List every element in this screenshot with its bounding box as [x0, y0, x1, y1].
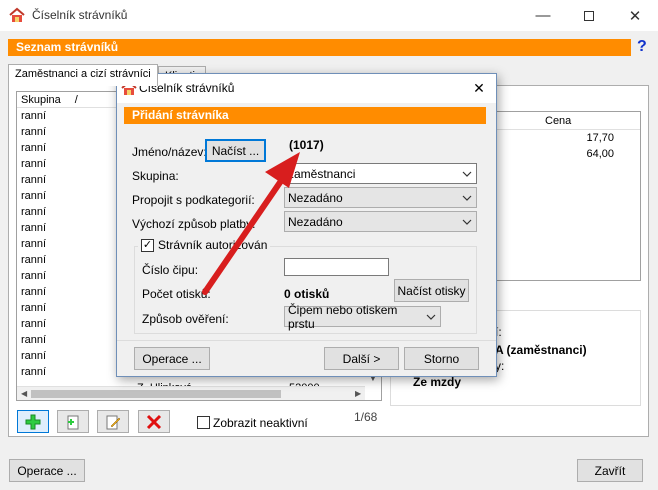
- cancel-button-label: Storno: [423, 351, 460, 366]
- title-bar: Číselník strávníků — ✕: [0, 0, 658, 31]
- record-count: 1/68: [354, 410, 378, 424]
- close-button[interactable]: ✕: [612, 0, 658, 31]
- row-group: ranní: [21, 270, 47, 282]
- row-group: ranní: [21, 350, 47, 362]
- row-group: ranní: [21, 366, 47, 378]
- row-group: ranní: [21, 254, 47, 266]
- row-group: ranní: [21, 190, 47, 202]
- chevron-down-icon: [458, 171, 476, 177]
- info-value-1: A (zaměstnanci): [495, 343, 587, 357]
- minimize-icon: —: [535, 7, 551, 24]
- price-value: 17,70: [586, 132, 614, 144]
- scroll-right-icon[interactable]: ▶: [355, 389, 361, 398]
- row-group: ranní: [21, 302, 47, 314]
- edit-icon: [106, 415, 121, 429]
- verify-select-value: Čipem nebo otiskem prstu: [288, 302, 398, 331]
- delete-icon: [146, 414, 162, 429]
- tab-employees-label: Zaměstnanci a cizí strávníci: [15, 68, 151, 80]
- cancel-button[interactable]: Storno: [404, 347, 479, 370]
- price-value: 64,00: [586, 148, 614, 160]
- prints-count-value: 0 otisků: [284, 287, 330, 301]
- chevron-down-icon: [458, 195, 476, 201]
- scroll-left-icon[interactable]: ◀: [21, 389, 27, 398]
- group-select-value: zaměstnanci: [288, 166, 356, 181]
- row-group: ranní: [21, 222, 47, 234]
- row-group: ranní: [21, 238, 47, 250]
- horizontal-scrollbar[interactable]: ◀ ▶: [17, 386, 365, 400]
- maximize-button[interactable]: [566, 0, 612, 31]
- dialog-section-title: Přidání strávníka: [132, 108, 229, 122]
- load-name-label: Načíst ...: [211, 143, 260, 158]
- link-subcategory-value: Nezadáno: [288, 190, 343, 205]
- payment-label: Výchozí způsob platby:: [132, 217, 256, 231]
- dialog-section-header: Přidání strávníka: [124, 107, 486, 124]
- info-value-2: Ze mzdy: [413, 375, 462, 389]
- home-app-icon: [9, 7, 25, 22]
- chevron-down-icon: [423, 314, 440, 320]
- row-group: ranní: [21, 286, 47, 298]
- help-icon[interactable]: ?: [637, 38, 647, 56]
- row-group: ranní: [21, 334, 47, 346]
- add-button[interactable]: [17, 410, 49, 433]
- row-group: ranní: [21, 126, 47, 138]
- link-subcategory-label: Propojit s podkategorií:: [132, 193, 255, 207]
- close-icon: ✕: [628, 7, 642, 25]
- tab-employees[interactable]: Zaměstnanci a cizí strávníci: [8, 64, 158, 86]
- name-label: Jméno/název:: [132, 145, 207, 159]
- diner-id: (1017): [289, 138, 324, 152]
- chip-label: Číslo čipu:: [142, 263, 199, 277]
- next-button[interactable]: Další >: [324, 347, 399, 370]
- load-prints-label: Načíst otisky: [397, 283, 466, 298]
- minimize-button[interactable]: —: [520, 0, 566, 31]
- authorized-checkbox[interactable]: ✓: [141, 238, 154, 252]
- prints-count-label: Počet otisků:: [142, 287, 211, 301]
- plus-icon: [25, 414, 41, 429]
- load-name-button[interactable]: Načíst ...: [205, 139, 266, 162]
- edit-button[interactable]: [97, 410, 129, 433]
- group-select[interactable]: zaměstnanci: [284, 163, 477, 184]
- dialog-operations-label: Operace ...: [142, 351, 202, 366]
- link-subcategory-select[interactable]: Nezadáno: [284, 187, 477, 208]
- dialog-close-button[interactable]: ✕: [467, 78, 491, 98]
- group-label: Skupina:: [132, 169, 179, 183]
- close-window-label: Zavřít: [594, 463, 626, 478]
- row-group: ranní: [21, 206, 47, 218]
- row-group: ranní: [21, 142, 47, 154]
- row-group: ranní: [21, 158, 47, 170]
- close-window-button[interactable]: Zavřít: [577, 459, 643, 482]
- close-icon: ✕: [473, 79, 485, 96]
- row-group: ranní: [21, 110, 47, 122]
- header-group[interactable]: Skupina: [21, 94, 61, 106]
- verify-label: Způsob ověření:: [142, 312, 229, 326]
- row-group: ranní: [21, 174, 47, 186]
- load-prints-button[interactable]: Načíst otisky: [394, 279, 469, 302]
- chip-input[interactable]: [284, 258, 389, 276]
- authorized-label: Strávník autorizován: [158, 238, 268, 252]
- operations-button[interactable]: Operace ...: [9, 459, 85, 482]
- row-group: ranní: [21, 318, 47, 330]
- header-sort: /: [74, 93, 78, 106]
- chevron-down-icon: [458, 219, 476, 225]
- add-diner-dialog: Číselník strávníků ✕ Přidání strávníka J…: [116, 73, 497, 377]
- next-button-label: Další >: [342, 351, 381, 366]
- delete-button[interactable]: [138, 410, 170, 433]
- section-header: Seznam strávníků: [8, 39, 631, 56]
- dialog-operations-button[interactable]: Operace ...: [134, 347, 210, 370]
- show-inactive-label: Zobrazit neaktivní: [213, 416, 308, 430]
- dialog-divider: [117, 340, 496, 341]
- scroll-thumb[interactable]: [31, 390, 281, 398]
- maximize-icon: [584, 10, 594, 21]
- authorized-row: ✓ Strávník autorizován: [138, 238, 271, 252]
- price-header-label: Cena: [545, 114, 572, 127]
- section-title: Seznam strávníků: [16, 40, 119, 54]
- payment-select-value: Nezadáno: [288, 214, 343, 229]
- verify-select[interactable]: Čipem nebo otiskem prstu: [284, 303, 441, 331]
- add-copy-button[interactable]: [57, 410, 89, 433]
- operations-button-label: Operace ...: [17, 463, 77, 478]
- window-title: Číselník strávníků: [32, 8, 128, 22]
- dialog-title-bar: Číselník strávníků ✕: [117, 74, 496, 103]
- add-document-icon: [67, 415, 79, 429]
- show-inactive-checkbox[interactable]: [197, 416, 210, 429]
- payment-select[interactable]: Nezadáno: [284, 211, 477, 232]
